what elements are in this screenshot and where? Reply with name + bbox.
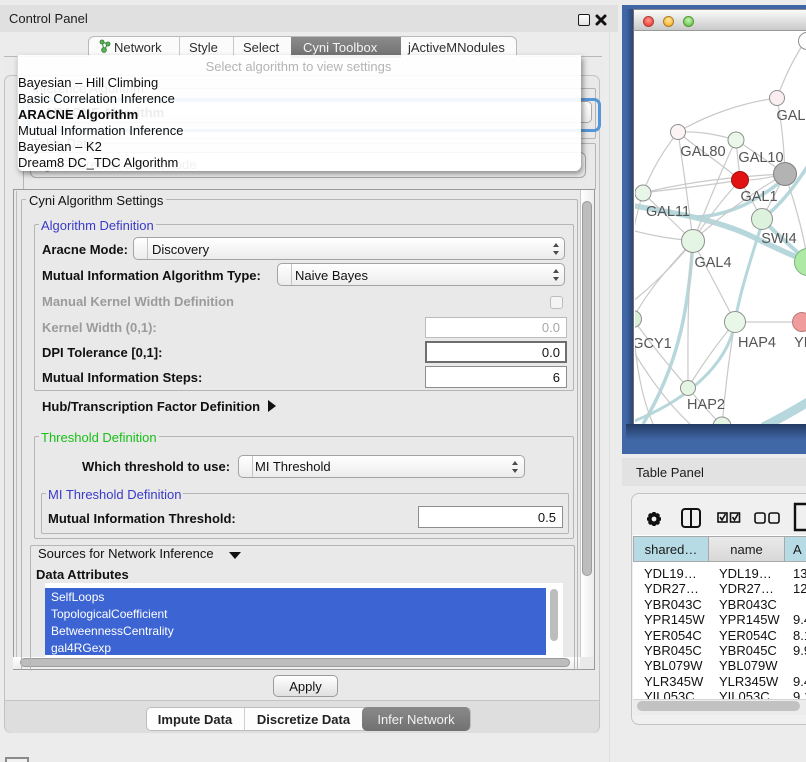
svg-text:HAP4: HAP4 — [738, 335, 776, 351]
svg-text:SWI4: SWI4 — [761, 231, 796, 247]
svg-text:GAL4: GAL4 — [694, 255, 731, 271]
svg-text:GAL1: GAL1 — [740, 189, 777, 205]
svg-text:GAL80: GAL80 — [680, 144, 725, 160]
svg-text:GAL2: GAL2 — [776, 108, 806, 124]
svg-text:GCY1: GCY1 — [635, 336, 672, 352]
svg-text:HAP2: HAP2 — [687, 397, 725, 413]
svg-text:YM: YM — [794, 335, 806, 351]
svg-text:GAL10: GAL10 — [738, 150, 783, 166]
svg-text:GAL11: GAL11 — [646, 204, 690, 220]
